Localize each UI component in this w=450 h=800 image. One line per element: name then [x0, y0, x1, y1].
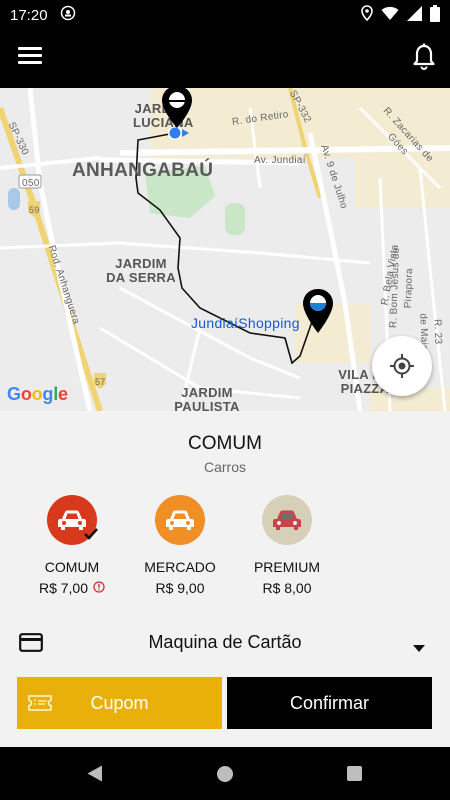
car-icon — [262, 495, 312, 545]
label-r-bom-jesus: R. Bom Jesus de Pirapora — [388, 247, 416, 329]
status-bar: 17:20 — [0, 0, 450, 30]
check-icon — [83, 527, 99, 541]
home-icon[interactable] — [217, 766, 233, 782]
google-logo: Google — [7, 384, 68, 404]
ride-option-name: COMUM — [44, 559, 100, 575]
ride-option-name: MERCADO — [144, 559, 216, 575]
shield-59: 59 — [29, 205, 40, 215]
system-nav-bar — [0, 747, 450, 800]
selected-ride-title: COMUM — [188, 433, 262, 454]
ride-option-comum[interactable]: COMUM R$ 7,00 — [17, 495, 127, 596]
target-icon[interactable] — [372, 336, 432, 396]
chevron-down-icon — [413, 639, 425, 657]
battery-icon — [430, 4, 440, 26]
label-jardim-da-serra: JARDIM DA SERRA — [106, 256, 176, 285]
ride-panel: COMUM Carros COMUM R$ 7,00 MERCADO R$ 9,… — [0, 411, 450, 747]
confirm-button[interactable]: Confirmar — [227, 677, 432, 729]
status-time: 17:20 — [10, 6, 48, 24]
confirm-button-label: Confirmar — [289, 692, 369, 713]
ride-option-name: PREMIUM — [253, 559, 321, 575]
shield-57: 57 — [95, 377, 106, 387]
poi-jundiai-shopping[interactable]: JundiaíShopping — [191, 316, 300, 330]
app-bar — [0, 30, 450, 88]
signal-icon — [407, 5, 422, 25]
menu-icon[interactable] — [18, 47, 42, 69]
coupon-button[interactable]: Cupom — [17, 677, 222, 729]
bell-icon[interactable] — [412, 43, 436, 71]
back-icon[interactable] — [87, 765, 103, 787]
payment-method-select[interactable]: Maquina de Cartão — [0, 619, 450, 669]
notification-icon — [60, 5, 76, 25]
info-icon[interactable] — [93, 580, 105, 596]
ride-option-price: R$ 8,00 — [262, 580, 312, 596]
ride-option-price: R$ 7,00 — [38, 580, 89, 596]
recent-apps-icon[interactable] — [347, 766, 362, 781]
label-av-jundiai: Av. Jundiaí — [254, 155, 306, 166]
label-anhangabau: ANHANGABAÚ — [72, 160, 214, 181]
ride-option-premium[interactable]: PREMIUM R$ 8,00 — [232, 495, 342, 596]
coupon-button-label: Cupom — [90, 692, 149, 713]
location-status-icon — [361, 5, 373, 25]
ride-option-mercado[interactable]: MERCADO R$ 9,00 — [125, 495, 235, 596]
selected-ride-subtitle: Carros — [203, 459, 246, 475]
car-icon — [155, 495, 205, 545]
car-icon — [47, 495, 99, 545]
wifi-icon — [381, 6, 399, 25]
shield-050: 050 — [22, 178, 40, 189]
ride-option-price: R$ 9,00 — [155, 580, 205, 596]
payment-method-label: Maquina de Cartão — [148, 632, 302, 652]
label-jardim-paulista: JARDIM PAULISTA II — [174, 385, 240, 412]
ticket-icon — [27, 693, 53, 718]
